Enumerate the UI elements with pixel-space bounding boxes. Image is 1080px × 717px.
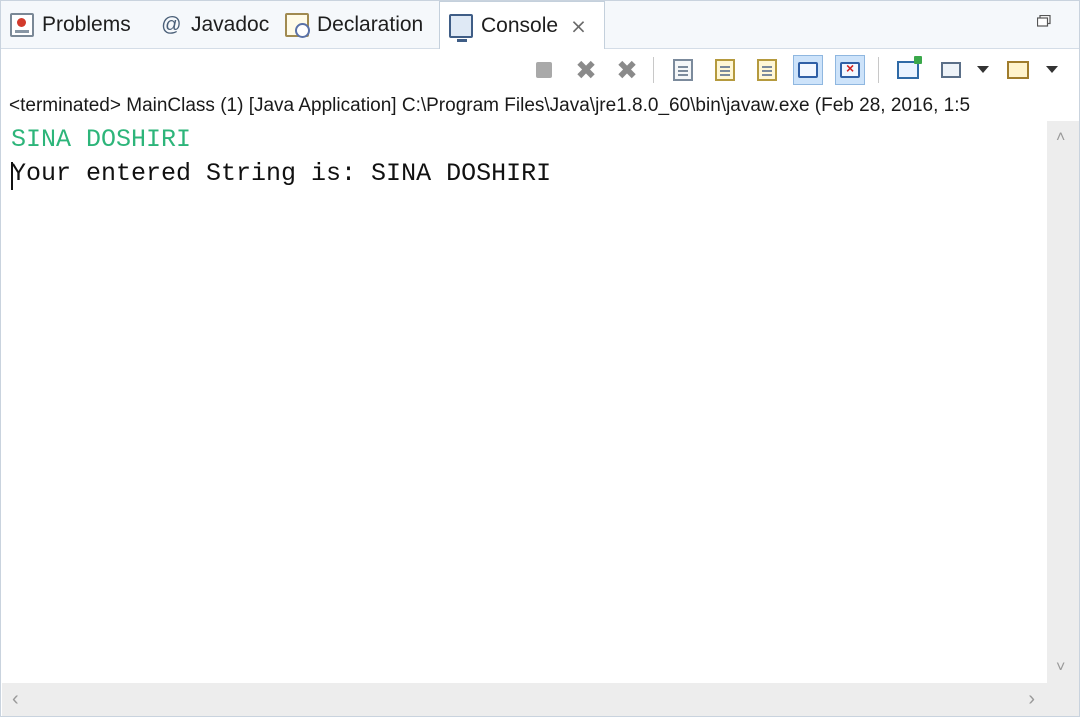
show-console-on-stdout-icon [798, 62, 818, 78]
toolbar-separator [878, 57, 879, 83]
view-tab-bar: Problems @ Javadoc Declaration Console ⨯ [1, 1, 1079, 50]
tab-problems[interactable]: Problems [10, 1, 131, 49]
tab-problems-label: Problems [42, 13, 131, 36]
remove-launch-icon: ✖ [575, 55, 597, 85]
tab-declaration[interactable]: Declaration [285, 1, 423, 49]
scrollbar-corner [1047, 683, 1079, 716]
javadoc-icon: @ [160, 14, 182, 36]
tab-console-label: Console [481, 14, 559, 37]
display-selected-console-icon [941, 62, 961, 78]
word-wrap-button[interactable] [752, 55, 782, 85]
console-view: Problems @ Javadoc Declaration Console ⨯… [0, 0, 1080, 717]
display-selected-console-button[interactable] [936, 55, 966, 85]
scroll-down-icon[interactable]: ˅ [1056, 659, 1065, 677]
scroll-lock-icon [715, 59, 735, 81]
remove-all-terminated-icon: ✖ [616, 55, 638, 85]
show-console-on-stderr-button[interactable] [835, 55, 865, 85]
console-output-line: Your entered String is: SINA DOSHIRI [11, 159, 552, 188]
close-tab-icon[interactable]: ⨯ [570, 14, 587, 39]
console-input-line: SINA DOSHIRI [11, 125, 192, 154]
console-icon [449, 14, 473, 42]
remove-all-terminated-button[interactable]: ✖ [612, 55, 642, 85]
pin-console-button[interactable] [893, 55, 923, 85]
chevron-down-icon[interactable] [1046, 66, 1058, 73]
tab-javadoc-label: Javadoc [191, 13, 270, 36]
pin-console-icon [897, 56, 922, 79]
horizontal-scrollbar[interactable]: ‹ › [2, 683, 1047, 716]
toolbar-separator [653, 57, 654, 83]
problems-icon [10, 13, 34, 37]
console-output-area[interactable]: SINA DOSHIRI Your entered String is: SIN… [2, 121, 1047, 683]
clear-console-icon [673, 59, 693, 81]
remove-launch-button[interactable]: ✖ [571, 55, 601, 85]
scroll-left-icon[interactable]: ‹ [12, 688, 19, 711]
terminate-icon [536, 62, 552, 78]
scroll-right-icon[interactable]: › [1028, 688, 1035, 711]
declaration-icon [285, 13, 310, 38]
show-console-on-stdout-button[interactable] [793, 55, 823, 85]
open-console-button[interactable] [1003, 55, 1033, 85]
tab-console[interactable]: Console ⨯ [439, 1, 605, 50]
scroll-up-icon[interactable]: ˄ [1056, 129, 1065, 147]
text-cursor [11, 162, 13, 190]
open-console-icon [1007, 61, 1029, 79]
clear-console-button[interactable] [668, 55, 698, 85]
process-status-line: <terminated> MainClass (1) [Java Applica… [9, 95, 971, 116]
scroll-lock-button[interactable] [710, 55, 740, 85]
word-wrap-icon [757, 59, 777, 81]
terminate-button[interactable] [529, 55, 559, 85]
chevron-down-icon[interactable] [977, 66, 989, 73]
maximize-icon[interactable] [1037, 15, 1051, 27]
tab-declaration-label: Declaration [317, 13, 424, 36]
console-toolbar: ✖ ✖ [1, 49, 1079, 91]
show-console-on-stderr-icon [840, 60, 860, 78]
tab-javadoc[interactable]: @ Javadoc [159, 1, 269, 49]
vertical-scrollbar[interactable]: ˄ ˅ [1047, 121, 1079, 683]
